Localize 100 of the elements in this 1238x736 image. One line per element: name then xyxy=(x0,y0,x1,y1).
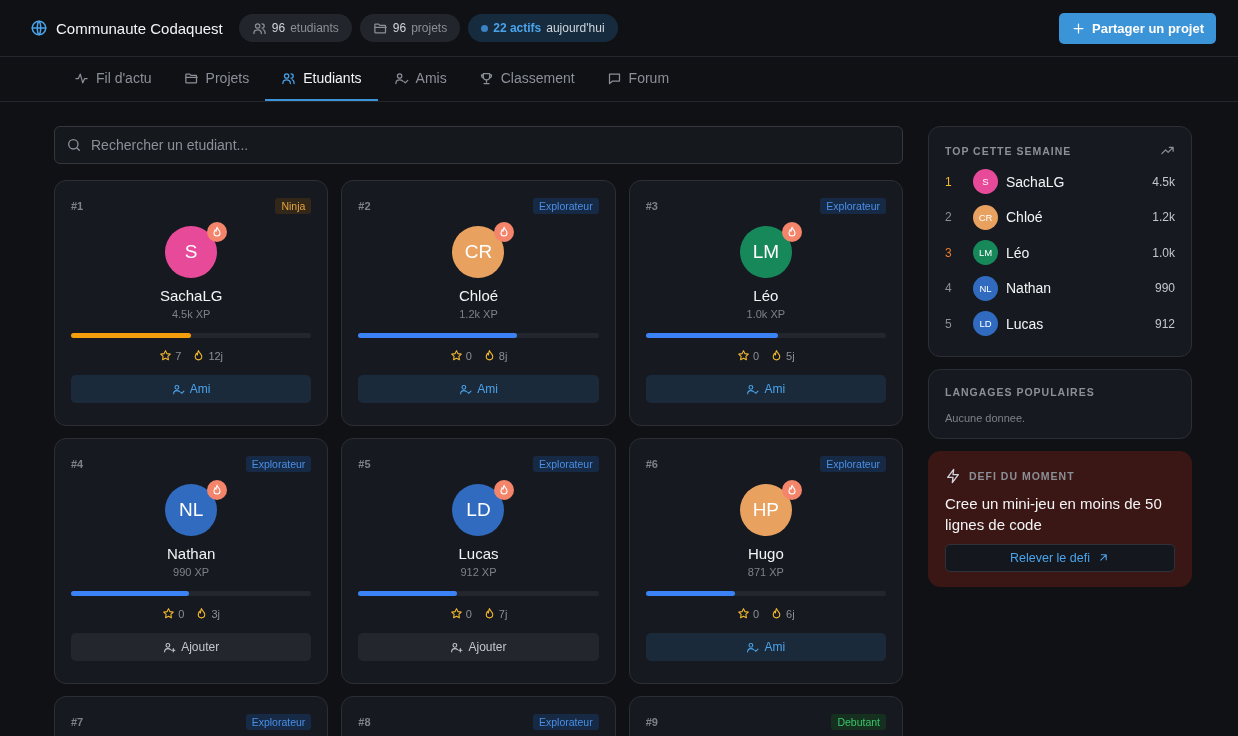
level-badge: Ninja xyxy=(275,198,312,214)
add-friend-button[interactable]: Ajouter xyxy=(71,633,312,661)
star-icon xyxy=(449,607,463,620)
avatar: NL xyxy=(973,275,998,301)
rank-label: #7 xyxy=(71,716,84,728)
avatar: NL xyxy=(165,484,218,536)
student-name: Hugo xyxy=(747,545,784,562)
star-icon xyxy=(159,349,173,362)
avatar: CR xyxy=(452,226,505,278)
friend-button[interactable]: Ami xyxy=(358,375,599,403)
friend-button[interactable]: Ami xyxy=(71,375,312,403)
student-name: SachaLG xyxy=(159,287,223,304)
score-label: 1.0k xyxy=(1152,245,1175,260)
level-badge: Explorateur xyxy=(820,456,886,472)
projects-pill: 96 projets xyxy=(359,14,461,42)
nav-tab[interactable]: Etudiants xyxy=(265,57,378,101)
search-icon xyxy=(66,137,82,153)
speech-bubble-icon xyxy=(606,70,622,86)
flame-icon xyxy=(207,222,228,242)
position-number: 1 xyxy=(945,174,953,189)
avatar: HP xyxy=(739,484,792,536)
level-badge: Explorateur xyxy=(245,456,312,472)
level-badge: Debutant xyxy=(831,714,886,730)
rank-label: #9 xyxy=(645,716,658,728)
star-icon xyxy=(449,349,463,362)
rank-label: #1 xyxy=(71,200,84,212)
challenge-text: Cree un mini-jeu en moins de 50 lignes de code xyxy=(945,493,1163,535)
user-plus-icon xyxy=(163,640,177,654)
user-check-icon xyxy=(746,382,760,396)
app-title: Communaute Codaquest xyxy=(56,19,223,37)
star-icon xyxy=(737,349,750,362)
student-name: Lucas xyxy=(458,545,499,562)
score-label: 4.5k xyxy=(1152,174,1175,189)
active-pill: 22 actifs aujourd'hui xyxy=(468,14,618,42)
globe-icon xyxy=(30,19,48,37)
level-badge: Explorateur xyxy=(532,198,599,214)
stars-count: 0 xyxy=(178,607,185,620)
empty-message: Aucune donnee. xyxy=(945,411,1027,424)
accept-challenge-button[interactable]: Relever le defi xyxy=(945,543,1175,572)
streak-count: 3j xyxy=(211,607,220,620)
user-check-icon xyxy=(171,382,185,396)
rank-label: #2 xyxy=(358,200,371,212)
position-number: 3 xyxy=(945,245,953,260)
trophy-icon xyxy=(478,70,494,86)
rank-label: #8 xyxy=(358,716,371,728)
rank-label: #6 xyxy=(645,458,658,470)
friend-button[interactable]: Ami xyxy=(645,375,886,403)
folder-icon xyxy=(372,20,388,36)
avatar: S xyxy=(165,226,218,278)
plus-icon xyxy=(1071,20,1087,36)
star-icon xyxy=(737,607,750,620)
user-plus-icon xyxy=(450,640,464,654)
users-icon xyxy=(251,20,267,36)
rank-label: #5 xyxy=(358,458,371,470)
level-badge: Explorateur xyxy=(820,198,886,214)
student-name: Léo xyxy=(1006,244,1031,261)
panel-title: DEFI DU MOMENT xyxy=(969,469,1075,482)
flame-icon xyxy=(781,480,802,500)
panel-title: LANGAGES POPULAIRES xyxy=(945,385,1096,398)
rank-label: #3 xyxy=(645,200,658,212)
user-check-icon xyxy=(746,640,760,654)
score-label: 990 xyxy=(1154,281,1175,296)
nav-tab[interactable]: Projets xyxy=(167,57,266,101)
xp-label: 1.0k XP xyxy=(746,308,786,320)
level-badge: Explorateur xyxy=(532,456,599,472)
lightning-icon xyxy=(945,467,961,484)
friend-button[interactable]: Ami xyxy=(645,633,886,661)
stars-count: 0 xyxy=(465,349,472,362)
stars-count: 0 xyxy=(465,607,472,620)
user-check-icon xyxy=(393,70,409,86)
flame-icon xyxy=(494,480,515,500)
position-number: 5 xyxy=(945,316,953,331)
search-field[interactable]: Rechercher un etudiant... xyxy=(54,126,903,164)
user-check-icon xyxy=(459,382,473,396)
student-name: Chloé xyxy=(1006,209,1044,226)
add-friend-button[interactable]: Ajouter xyxy=(358,633,599,661)
flame-icon xyxy=(494,222,515,242)
nav-tab[interactable]: Forum xyxy=(590,57,686,101)
nav-tab[interactable]: Amis xyxy=(377,57,463,101)
stars-count: 0 xyxy=(753,349,760,362)
avatar: LD xyxy=(973,311,998,337)
xp-label: 871 XP xyxy=(747,566,784,578)
nav-tab[interactable]: Classement xyxy=(462,57,591,101)
student-name: Nathan xyxy=(1006,280,1053,297)
panel-title: TOP CETTE SEMAINE xyxy=(945,144,1072,157)
students-pill: 96 etudiants xyxy=(238,14,352,42)
share-button[interactable]: Partager un projet xyxy=(1059,12,1216,44)
avatar: LM xyxy=(973,240,998,266)
xp-label: 912 XP xyxy=(460,566,497,578)
student-name: Nathan xyxy=(166,545,216,562)
star-icon xyxy=(162,607,176,620)
xp-label: 990 XP xyxy=(173,566,210,578)
flame-icon xyxy=(207,480,228,500)
nav-tab[interactable]: Fil d'actu xyxy=(58,57,168,101)
streak-count: 5j xyxy=(786,349,795,362)
student-name: SachaLG xyxy=(1006,173,1066,190)
folder-icon xyxy=(183,70,199,86)
avatar: LM xyxy=(739,226,792,278)
position-number: 4 xyxy=(945,281,953,296)
student-name: Léo xyxy=(753,287,779,304)
